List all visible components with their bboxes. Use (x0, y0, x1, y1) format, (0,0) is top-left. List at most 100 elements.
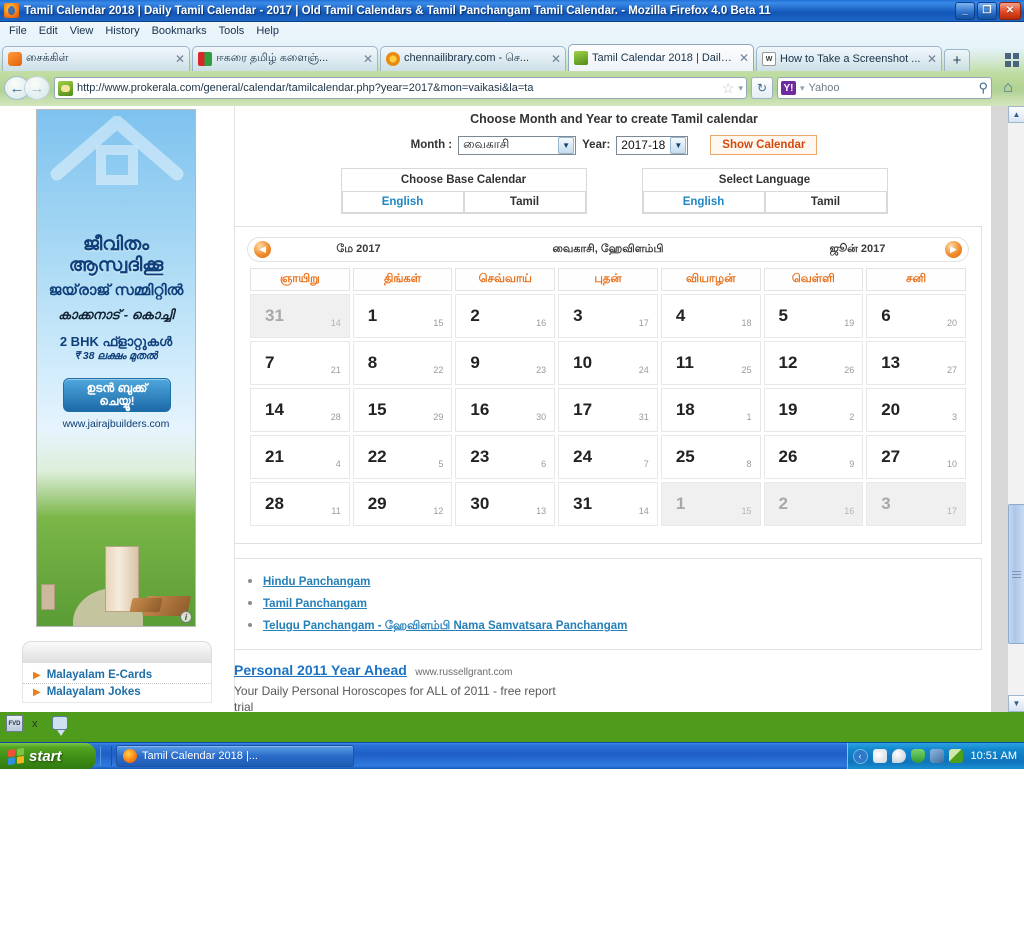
base-calendar-tamil[interactable]: Tamil (463, 191, 586, 213)
ad-info-icon[interactable]: i (180, 611, 192, 623)
sidebar-item-malayalam-ecards[interactable]: ▶ Malayalam E-Cards (23, 667, 211, 684)
calendar-day-cell[interactable]: 16 30 (455, 388, 556, 432)
menu-bookmarks[interactable]: Bookmarks (147, 24, 212, 38)
calendar-day-cell[interactable]: 29 12 (352, 482, 453, 526)
calendar-day-cell[interactable]: 1 15 (352, 294, 453, 338)
link-tamil-panchangam[interactable]: Tamil Panchangam (263, 598, 367, 610)
search-bar[interactable]: Y! ▾ Yahoo ⚲ (777, 77, 992, 99)
minimize-button[interactable]: _ (955, 1, 975, 20)
vertical-scrollbar[interactable]: ▲ ▼ (991, 106, 1024, 712)
link-hindu-panchangam[interactable]: Hindu Panchangam (263, 576, 370, 588)
tab-4[interactable]: W How to Take a Screenshot ... ✕ (756, 46, 942, 71)
calendar-day-cell[interactable]: 27 10 (866, 435, 966, 479)
calendar-day-cell[interactable]: 23 6 (455, 435, 556, 479)
display-icon[interactable] (948, 749, 963, 763)
reload-button[interactable]: ↻ (751, 77, 773, 99)
calendar-day-cell[interactable]: 3 17 (866, 482, 966, 526)
close-button[interactable]: ✕ (999, 1, 1021, 20)
calendar-day-cell[interactable]: 8 22 (352, 341, 453, 385)
calendar-day-cell[interactable]: 25 8 (660, 435, 761, 479)
calendar-day-cell[interactable]: 2 16 (455, 294, 556, 338)
scrollbar-thumb[interactable] (1008, 504, 1024, 644)
calendar-day-cell[interactable]: 31 14 (250, 294, 350, 338)
tab-close-2[interactable]: ✕ (551, 52, 561, 66)
sidebar-item-malayalam-jokes[interactable]: ▶ Malayalam Jokes (23, 684, 211, 700)
calendar-day-cell[interactable]: 3 17 (558, 294, 658, 338)
list-all-tabs-icon[interactable] (1002, 50, 1022, 70)
search-icon[interactable]: ⚲ (978, 80, 988, 96)
calendar-day-cell[interactable]: 24 7 (558, 435, 658, 479)
bookmark-star-icon[interactable]: ☆ (722, 80, 735, 97)
prev-month-label[interactable]: மே 2017 (271, 243, 446, 257)
calendar-day-cell[interactable]: 2 16 (763, 482, 864, 526)
calendar-day-cell[interactable]: 14 28 (250, 388, 350, 432)
calendar-day-cell[interactable]: 11 25 (660, 341, 761, 385)
chevron-down-icon[interactable]: ▼ (558, 136, 575, 154)
menu-history[interactable]: History (100, 24, 144, 38)
calendar-day-cell[interactable]: 31 14 (558, 482, 658, 526)
menu-view[interactable]: View (65, 24, 99, 38)
sidebar-ad-banner[interactable]: ജീവിതം ആസ്വദിക്കൂ ജയ്‌രാജ് സമ്മിറ്റിൽ കാ… (36, 109, 196, 627)
menu-tools[interactable]: Tools (214, 24, 250, 38)
next-month-label[interactable]: ஜூன் 2017 (770, 243, 945, 257)
speech-balloon-icon[interactable] (52, 716, 68, 736)
calendar-day-cell[interactable]: 4 18 (660, 294, 761, 338)
tab-0[interactable]: சைக்கிள் ✕ (2, 46, 190, 71)
ad-cta-button[interactable]: ഉടൻ ബുക്ക് ചെയ്യൂ! (63, 378, 171, 412)
menu-file[interactable]: File (4, 24, 32, 38)
calendar-day-cell[interactable]: 22 5 (352, 435, 453, 479)
home-button[interactable]: ⌂ (996, 76, 1020, 100)
language-english[interactable]: English (642, 191, 765, 213)
calendar-day-cell[interactable]: 5 19 (763, 294, 864, 338)
year-select[interactable]: 2017-18 ▼ (616, 135, 689, 155)
calendar-day-cell[interactable]: 19 2 (763, 388, 864, 432)
calendar-day-cell[interactable]: 26 9 (763, 435, 864, 479)
calendar-day-cell[interactable]: 1 15 (660, 482, 761, 526)
tray-expand-icon[interactable]: ‹ (852, 748, 868, 764)
menu-help[interactable]: Help (251, 24, 284, 38)
network-icon[interactable] (929, 749, 944, 763)
scroll-down-button[interactable]: ▼ (1008, 695, 1024, 712)
show-calendar-button[interactable]: Show Calendar (710, 135, 818, 155)
forward-button[interactable]: → (24, 76, 50, 100)
start-button[interactable]: start (0, 742, 96, 770)
tab-close-0[interactable]: ✕ (175, 52, 185, 66)
clock[interactable]: 10:51 AM (971, 750, 1017, 762)
tab-close-3[interactable]: ✕ (739, 51, 749, 65)
restore-button[interactable]: ❐ (977, 1, 997, 20)
tab-2[interactable]: chennailibrary.com - செ... ✕ (380, 46, 566, 71)
calendar-day-cell[interactable]: 21 4 (250, 435, 350, 479)
tab-1[interactable]: ஈகரை தமிழ் களைஞ்... ✕ (192, 46, 378, 71)
url-bar[interactable]: http://www.prokerala.com/general/calenda… (54, 77, 747, 99)
tab-close-4[interactable]: ✕ (927, 52, 937, 66)
link-telugu-panchangam[interactable]: Telugu Panchangam - ஹேவிளம்பி Nama Samva… (263, 620, 627, 632)
base-calendar-english[interactable]: English (341, 191, 464, 213)
volume-icon[interactable] (872, 749, 887, 763)
scroll-up-button[interactable]: ▲ (1008, 106, 1024, 123)
chevron-down-icon[interactable]: ▾ (738, 83, 743, 94)
calendar-day-cell[interactable]: 9 23 (455, 341, 556, 385)
calendar-day-cell[interactable]: 17 31 (558, 388, 658, 432)
calendar-day-cell[interactable]: 30 13 (455, 482, 556, 526)
calendar-day-cell[interactable]: 18 1 (660, 388, 761, 432)
month-select[interactable]: வைகாசி ▼ (458, 135, 577, 155)
next-month-icon[interactable]: ▶ (945, 241, 962, 258)
security-shield-icon[interactable] (910, 749, 925, 763)
new-tab-button[interactable]: + (944, 49, 970, 71)
calendar-day-cell[interactable]: 12 26 (763, 341, 864, 385)
calendar-day-cell[interactable]: 10 24 (558, 341, 658, 385)
calendar-day-cell[interactable]: 15 29 (352, 388, 453, 432)
search-engine-chevron-icon[interactable]: ▾ (800, 83, 805, 94)
taskbar-item-firefox[interactable]: Tamil Calendar 2018 |... (116, 745, 354, 767)
prev-month-icon[interactable]: ◀ (254, 241, 271, 258)
tab-3-active[interactable]: Tamil Calendar 2018 | Daily ... ✕ (568, 44, 754, 71)
chevron-down-icon[interactable]: ▼ (670, 136, 687, 154)
calendar-day-cell[interactable]: 6 20 (866, 294, 966, 338)
content-ad-title[interactable]: Personal 2011 Year Ahead (234, 662, 407, 678)
calendar-day-cell[interactable]: 7 21 (250, 341, 350, 385)
language-tamil[interactable]: Tamil (764, 191, 887, 213)
yahoo-icon[interactable]: Y! (781, 81, 796, 95)
menu-edit[interactable]: Edit (34, 24, 63, 38)
desktop-icon-fvd[interactable]: FVD (6, 715, 23, 735)
messenger-icon[interactable] (891, 749, 906, 763)
